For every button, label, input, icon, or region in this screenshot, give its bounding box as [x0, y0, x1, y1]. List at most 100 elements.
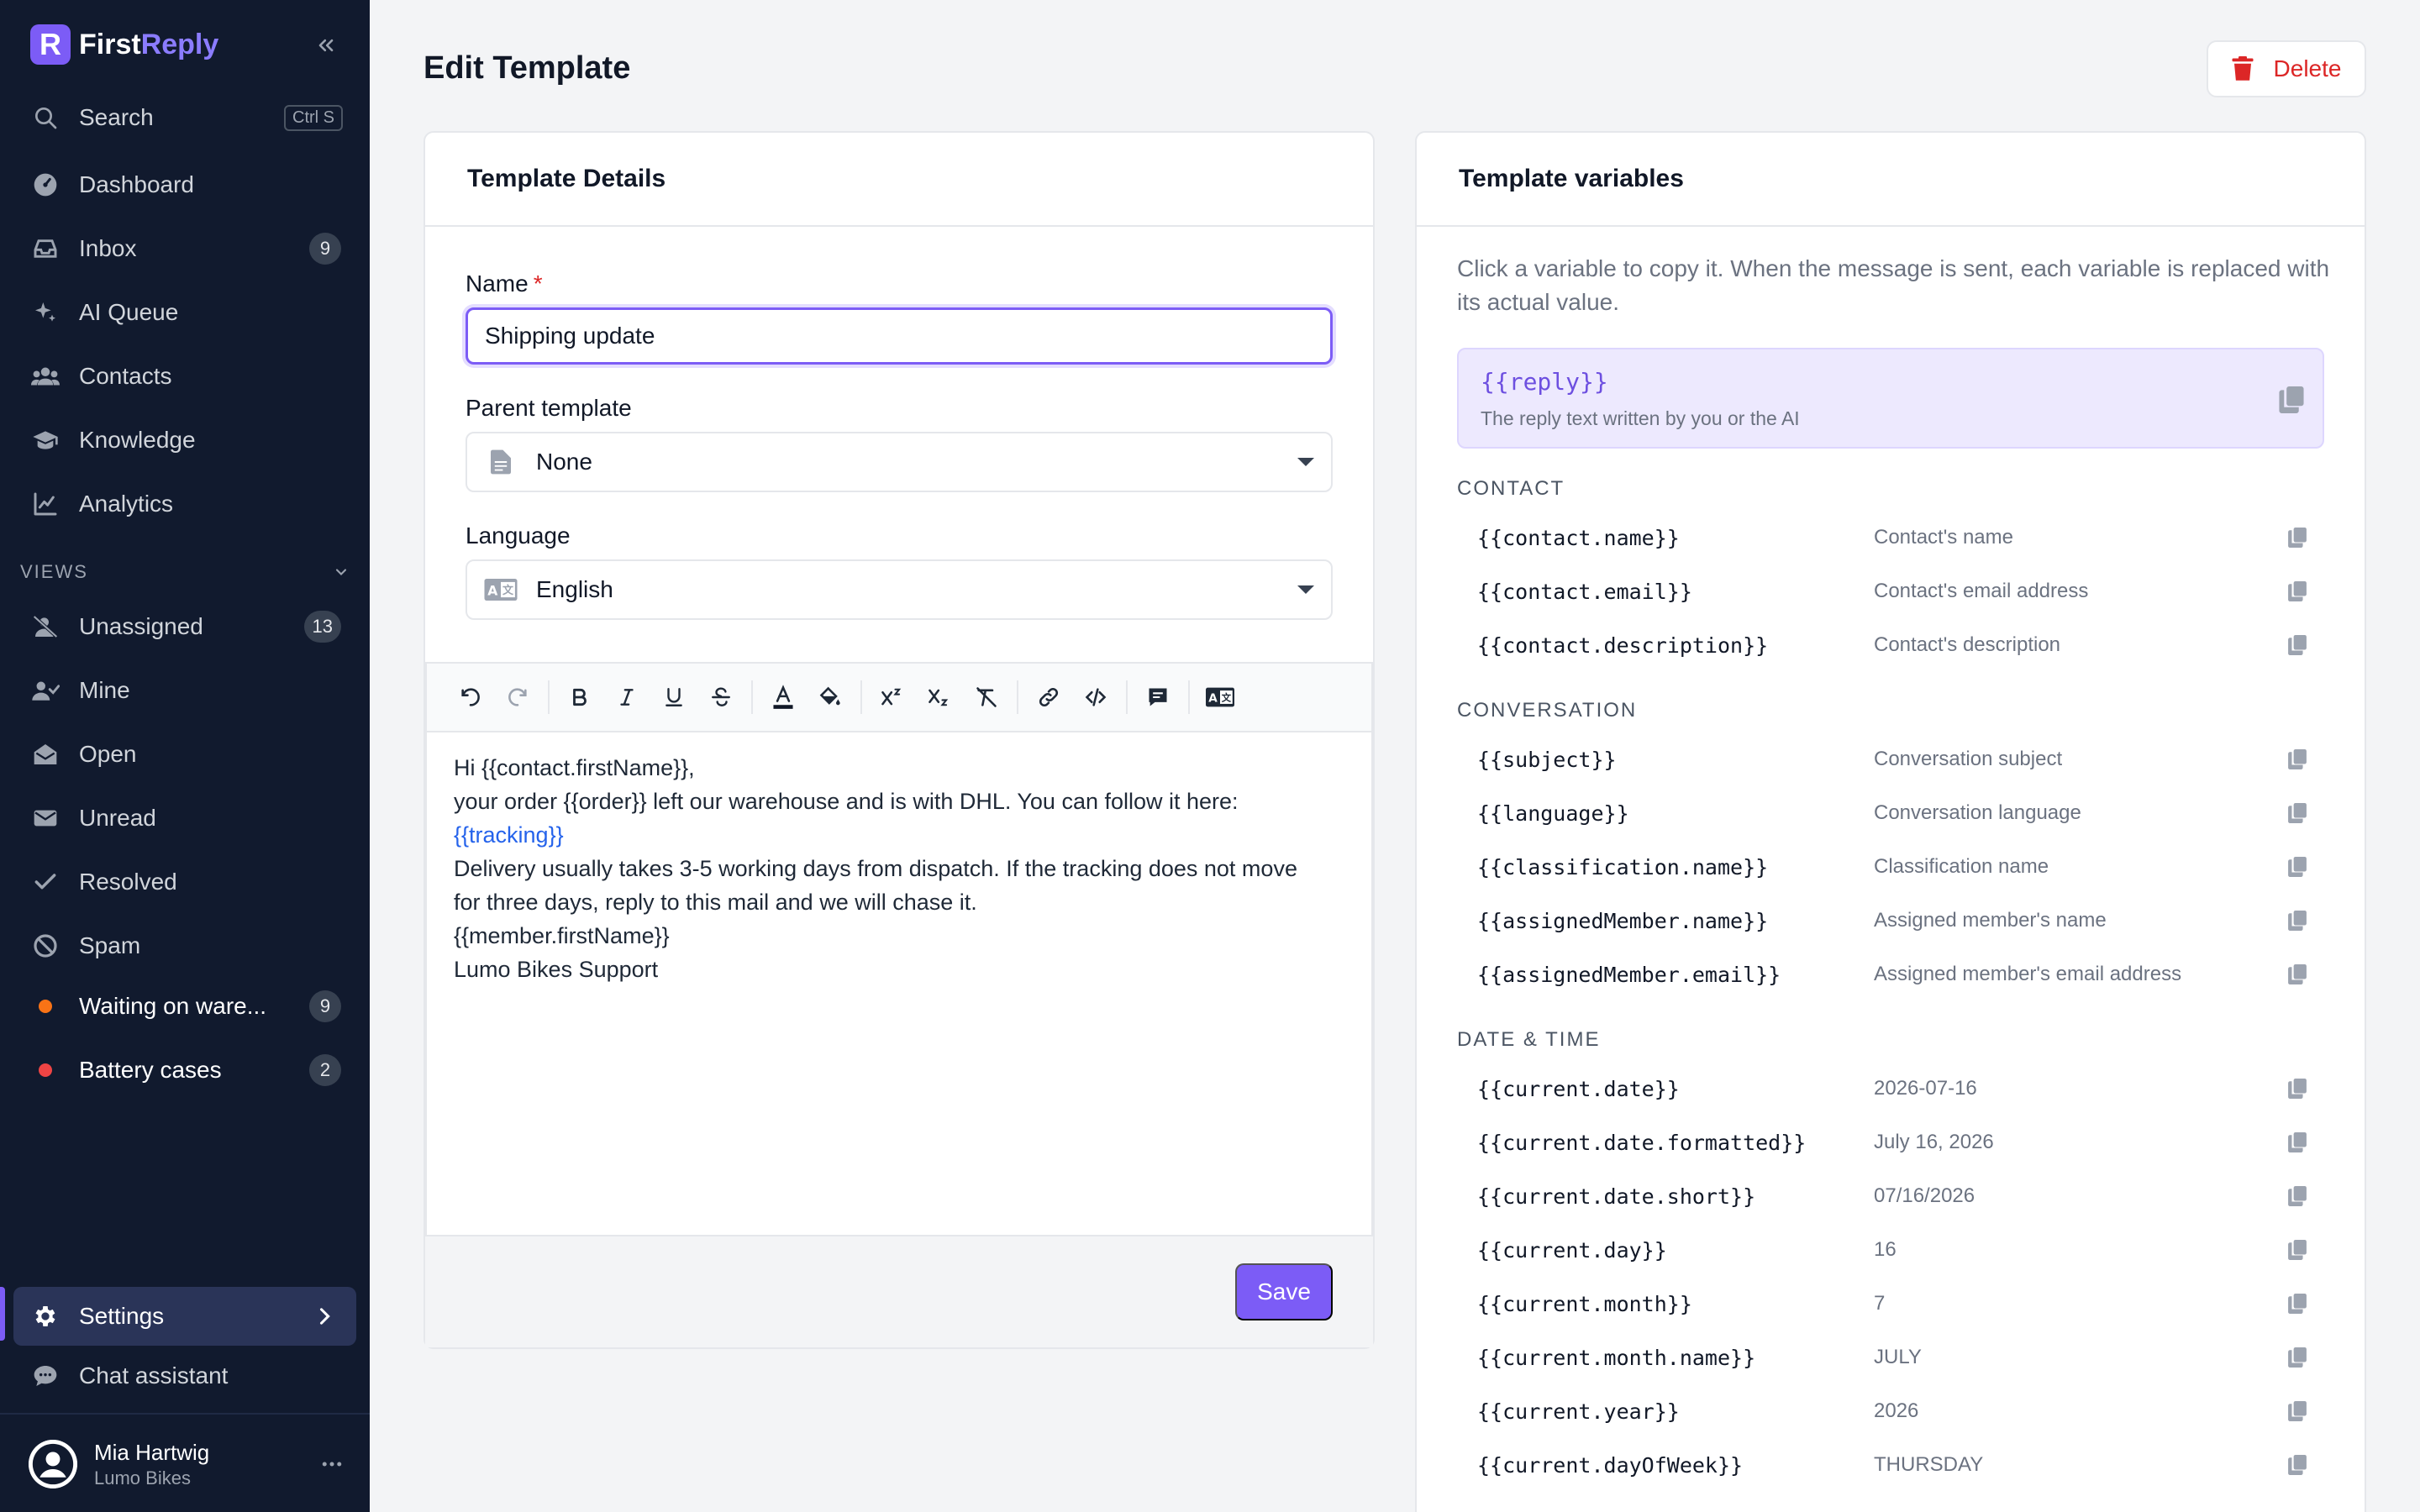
variable-row[interactable]: {{contact.name}} Contact's name: [1477, 521, 2311, 554]
copy-icon[interactable]: [2284, 1079, 2311, 1099]
trash-icon: [2232, 56, 2254, 81]
bold-button[interactable]: [556, 674, 603, 721]
language-select[interactable]: A文 English: [466, 559, 1333, 620]
variable-row[interactable]: {{language}} Conversation language: [1477, 796, 2311, 830]
strikethrough-button[interactable]: [697, 674, 744, 721]
variable-row[interactable]: {{assignedMember.email}} Assigned member'…: [1477, 958, 2311, 991]
copy-icon[interactable]: [2284, 581, 2311, 601]
user-profile[interactable]: Mia Hartwig Lumo Bikes: [29, 1435, 345, 1494]
collapse-sidebar-button[interactable]: [311, 30, 341, 60]
variable-row[interactable]: {{current.year}} 2026: [1477, 1394, 2311, 1428]
parent-template-select[interactable]: None: [466, 432, 1333, 492]
translate-icon: A文: [1206, 687, 1234, 707]
copy-icon[interactable]: [2284, 857, 2311, 877]
sidebar-item-contacts[interactable]: Contacts: [13, 349, 356, 403]
variable-row[interactable]: {{current.month.name}} JULY: [1477, 1341, 2311, 1374]
app-logo[interactable]: R FirstReply: [30, 24, 341, 66]
variable-row[interactable]: {{contact.email}} Contact's email address: [1477, 575, 2311, 608]
redo-button[interactable]: [494, 674, 541, 721]
sidebar-item-inbox[interactable]: Inbox 9: [13, 222, 356, 276]
variable-row[interactable]: {{current.month}} 7: [1477, 1287, 2311, 1320]
svg-text:文: 文: [502, 584, 514, 597]
save-button[interactable]: Save: [1235, 1263, 1333, 1320]
sidebar-item-label: Dashboard: [79, 171, 194, 197]
editor-content[interactable]: Hi {{contact.firstName}}, your order {{o…: [427, 732, 1371, 1005]
variable-row[interactable]: {{classification.name}} Classification na…: [1477, 850, 2311, 884]
variable-description: Assigned member's email address: [1874, 963, 2182, 985]
sidebar-item-chat-assistant[interactable]: Chat assistant: [13, 1349, 356, 1403]
tracking-link[interactable]: {{tracking}}: [454, 818, 1344, 852]
underline-button[interactable]: [650, 674, 697, 721]
copy-icon[interactable]: [2284, 1401, 2311, 1421]
copy-icon[interactable]: [2284, 1132, 2311, 1152]
copy-icon[interactable]: [2284, 1186, 2311, 1206]
inbox-icon: [30, 234, 60, 264]
variable-code: {{contact.name}}: [1477, 525, 1680, 550]
sidebar-item-settings[interactable]: Settings: [13, 1287, 356, 1346]
sidebar-item-label: Unassigned: [79, 613, 203, 639]
link-button[interactable]: [1025, 674, 1072, 721]
comment-button[interactable]: [1134, 674, 1181, 721]
variable-row[interactable]: {{current.date}} 2026-07-16: [1477, 1072, 2311, 1105]
sidebar-item-battery-cases[interactable]: Battery cases 2: [13, 1043, 356, 1097]
sidebar-item-spam[interactable]: Spam: [13, 919, 356, 973]
variable-row[interactable]: {{current.date.short}} 07/16/2026: [1477, 1179, 2311, 1213]
subscript-button[interactable]: [916, 674, 963, 721]
redo-icon: [508, 688, 527, 706]
sidebar-item-label: Resolved: [79, 869, 177, 895]
translate-button[interactable]: A文: [1197, 674, 1244, 721]
sidebar-item-resolved[interactable]: Resolved: [13, 855, 356, 909]
paint-bucket-icon: [819, 686, 840, 706]
copy-icon[interactable]: [2279, 386, 2304, 417]
ban-icon: [30, 931, 60, 961]
sidebar-item-ai-queue[interactable]: AI Queue: [13, 286, 356, 339]
italic-button[interactable]: [603, 674, 650, 721]
copy-icon[interactable]: [2284, 1455, 2311, 1475]
variable-row[interactable]: {{assignedMember.name}} Assigned member's…: [1477, 904, 2311, 937]
variable-row[interactable]: {{contact.description}} Contact's descrip…: [1477, 628, 2311, 662]
text-color-button[interactable]: [760, 674, 807, 721]
sidebar-item-label: Mine: [79, 677, 130, 703]
delete-button[interactable]: Delete: [2207, 40, 2366, 97]
more-options-icon: [322, 1462, 342, 1467]
language-icon: A文: [484, 579, 518, 601]
copy-icon[interactable]: [2284, 528, 2311, 548]
rich-text-editor[interactable]: A文 Hi {{contact.firstName}}, your order …: [425, 662, 1373, 1236]
sidebar-item-dashboard[interactable]: Dashboard: [13, 158, 356, 212]
variable-row[interactable]: {{subject}} Conversation subject: [1477, 743, 2311, 776]
battery-count-badge: 2: [309, 1054, 341, 1086]
sidebar-item-mine[interactable]: Mine: [13, 664, 356, 717]
copy-icon[interactable]: [2284, 911, 2311, 931]
copy-icon[interactable]: [2284, 1294, 2311, 1314]
variable-row[interactable]: {{current.day}} 16: [1477, 1233, 2311, 1267]
copy-icon[interactable]: [2284, 803, 2311, 823]
copy-icon[interactable]: [2284, 749, 2311, 769]
copy-icon[interactable]: [2284, 635, 2311, 655]
sidebar-item-unread[interactable]: Unread: [13, 791, 356, 845]
code-button[interactable]: [1072, 674, 1119, 721]
toolbar-separator: [751, 680, 753, 714]
page-title: Edit Template: [424, 50, 631, 86]
views-header[interactable]: VIEWS: [20, 561, 350, 583]
search-item[interactable]: Search Ctrl S: [13, 91, 356, 144]
undo-button[interactable]: [447, 674, 494, 721]
superscript-button[interactable]: [869, 674, 916, 721]
superscript-icon: [881, 688, 902, 706]
search-label: Search: [79, 104, 154, 130]
sidebar-item-open[interactable]: Open: [13, 727, 356, 781]
sidebar-item-unassigned[interactable]: Unassigned 13: [13, 600, 356, 654]
name-input[interactable]: Shipping update: [466, 307, 1333, 365]
variable-row[interactable]: {{current.date.formatted}} July 16, 2026: [1477, 1126, 2311, 1159]
sidebar-item-waiting-on-warehouse[interactable]: Waiting on ware... 9: [13, 979, 356, 1033]
name-label: Name *: [466, 270, 543, 297]
copy-icon[interactable]: [2284, 1240, 2311, 1260]
copy-icon[interactable]: [2284, 1347, 2311, 1368]
sidebar-item-knowledge[interactable]: Knowledge: [13, 413, 356, 467]
sidebar-item-analytics[interactable]: Analytics: [13, 477, 356, 531]
highlight-button[interactable]: [807, 674, 854, 721]
variable-row[interactable]: {{current.dayOfWeek}} THURSDAY: [1477, 1448, 2311, 1482]
clear-formatting-button[interactable]: [963, 674, 1010, 721]
sidebar-item-label: Chat assistant: [79, 1362, 229, 1389]
reply-variable[interactable]: {{reply}} The reply text written by you …: [1457, 348, 2324, 449]
copy-icon[interactable]: [2284, 964, 2311, 984]
